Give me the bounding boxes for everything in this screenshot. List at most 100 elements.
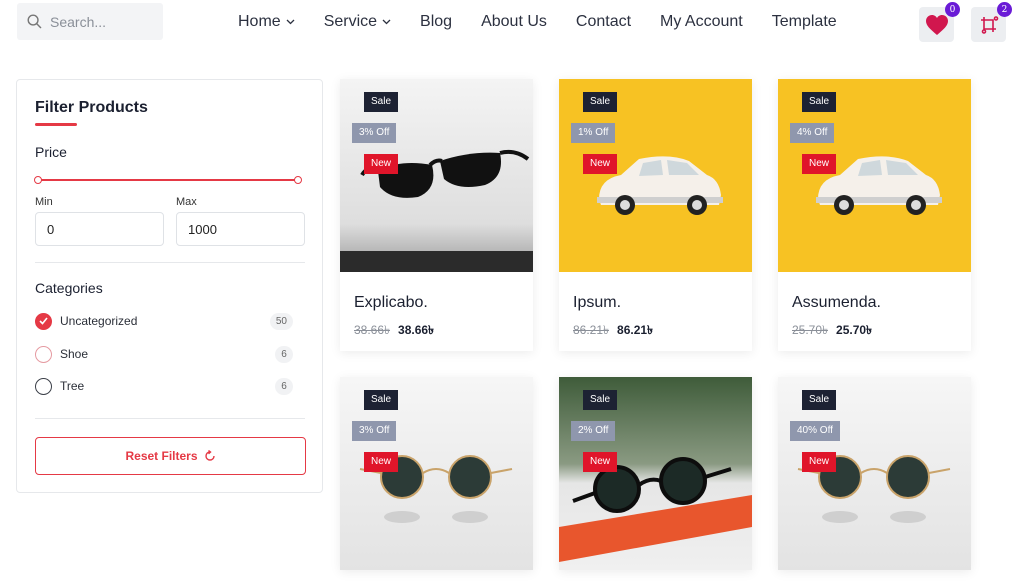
product-name[interactable]: Explicabo.: [354, 294, 519, 312]
divider: [35, 262, 305, 263]
product-info: Explicabo. 38.66৳ 38.66৳: [340, 272, 533, 351]
max-label: Max: [176, 196, 197, 208]
product-info: Assumenda. 25.70৳ 25.70৳: [778, 272, 971, 351]
menu-item-home[interactable]: Home: [238, 13, 295, 31]
category-name: Uncategorized: [60, 314, 138, 328]
main-menu: Home Service Blog About Us Contact My Account…: [238, 13, 837, 31]
product-card[interactable]: Sale 3% Off New Explicabo. 38.66৳ 38.66৳: [340, 79, 533, 351]
category-radio[interactable]: [35, 312, 52, 330]
search-box[interactable]: [17, 3, 163, 40]
search-input[interactable]: [50, 13, 150, 30]
category-count: 6: [275, 377, 293, 395]
sale-badge: Sale: [802, 92, 837, 112]
product-image[interactable]: Sale 2% Off New: [559, 377, 752, 570]
product-info: Ipsum. 86.21৳ 86.21৳: [559, 272, 752, 351]
sale-badge: Sale: [802, 390, 837, 410]
category-item-shoe[interactable]: Shoe 6: [35, 344, 293, 364]
category-item-tree[interactable]: Tree 6: [35, 376, 293, 396]
product-card[interactable]: Sale 2% Off New: [559, 377, 752, 570]
product-card[interactable]: Sale 40% Off New: [778, 377, 971, 570]
chevron-down-icon: [286, 19, 295, 25]
top-nav: Home Service Blog About Us Contact My Account…: [0, 0, 1024, 50]
product-name[interactable]: Ipsum.: [573, 294, 738, 312]
category-name: Tree: [60, 379, 85, 393]
new-badge: New: [364, 154, 399, 174]
menu-item-my-account[interactable]: My Account: [660, 13, 743, 31]
new-badge: New: [583, 154, 618, 174]
menu-item-blog[interactable]: Blog: [420, 13, 452, 31]
old-price: 25.70৳: [792, 323, 829, 337]
compare-icon: [980, 15, 998, 34]
category-name: Shoe: [60, 347, 89, 361]
product-name[interactable]: Assumenda.: [792, 294, 957, 312]
product-image[interactable]: Sale 40% Off New: [778, 377, 971, 570]
current-price: 86.21৳: [617, 323, 654, 337]
product-image[interactable]: Sale 1% Off New: [559, 79, 752, 272]
discount-badge: 1% Off: [571, 123, 616, 143]
checkmark-icon: [39, 317, 48, 325]
menu-item-label: About Us: [481, 13, 547, 30]
discount-badge: 4% Off: [790, 123, 835, 143]
product-card[interactable]: Sale 4% Off New Assumenda. 25.70৳ 25.70৳: [778, 79, 971, 351]
discount-badge: 40% Off: [790, 421, 840, 441]
compare-count-badge: 2: [997, 2, 1012, 17]
new-badge: New: [802, 452, 837, 472]
chevron-down-icon: [382, 19, 391, 25]
sale-badge: Sale: [364, 92, 399, 112]
category-count: 50: [269, 312, 293, 330]
search-icon: [27, 14, 42, 29]
sale-badge: Sale: [583, 390, 618, 410]
filter-panel: Filter Products Price Min Max Categories…: [16, 79, 323, 493]
category-item-uncategorized[interactable]: Uncategorized 50: [35, 311, 293, 331]
menu-item-service[interactable]: Service: [324, 13, 391, 31]
slider-max-handle[interactable]: [294, 176, 302, 184]
menu-item-label: Blog: [420, 13, 453, 30]
old-price: 86.21৳: [573, 323, 610, 337]
max-price-input[interactable]: [176, 212, 305, 246]
title-underline: [35, 123, 77, 126]
categories-label: Categories: [35, 280, 103, 296]
sale-badge: Sale: [583, 92, 618, 112]
product-image[interactable]: Sale 3% Off New: [340, 79, 533, 272]
current-price: 25.70৳: [836, 323, 873, 337]
product-image[interactable]: Sale 4% Off New: [778, 79, 971, 272]
wishlist-button[interactable]: 0: [919, 2, 960, 42]
filter-title: Filter Products: [35, 99, 148, 116]
product-card[interactable]: Sale 1% Off New Ipsum. 86.21৳ 86.21৳: [559, 79, 752, 351]
price-label: Price: [35, 144, 67, 160]
menu-item-label: Service: [323, 13, 378, 30]
product-card[interactable]: Sale 3% Off New: [340, 377, 533, 570]
compare-button[interactable]: 2: [971, 2, 1012, 42]
refresh-icon: [204, 450, 215, 461]
slider-min-handle[interactable]: [34, 176, 42, 184]
discount-badge: 3% Off: [352, 421, 397, 441]
new-badge: New: [802, 154, 837, 174]
price-slider[interactable]: [34, 176, 302, 184]
new-badge: New: [583, 452, 618, 472]
discount-badge: 3% Off: [352, 123, 397, 143]
min-price-input[interactable]: [35, 212, 164, 246]
menu-item-about-us[interactable]: About Us: [481, 13, 547, 31]
product-prices: 86.21৳ 86.21৳: [573, 322, 738, 342]
menu-item-template[interactable]: Template: [772, 13, 837, 31]
menu-item-label: Contact: [575, 13, 632, 30]
category-radio[interactable]: [35, 377, 52, 395]
menu-item-label: Home: [238, 13, 281, 30]
menu-item-label: My Account: [660, 13, 743, 30]
old-price: 38.66৳: [354, 323, 391, 337]
heart-icon: [925, 14, 948, 35]
divider: [35, 418, 305, 419]
min-label: Min: [35, 196, 53, 208]
product-prices: 25.70৳ 25.70৳: [792, 322, 957, 342]
discount-badge: 2% Off: [571, 421, 616, 441]
reset-filters-button[interactable]: Reset Filters: [35, 437, 306, 475]
sale-badge: Sale: [364, 390, 399, 410]
product-prices: 38.66৳ 38.66৳: [354, 322, 519, 342]
product-image[interactable]: Sale 3% Off New: [340, 377, 533, 570]
wishlist-count-badge: 0: [945, 2, 960, 17]
category-count: 6: [275, 345, 293, 363]
new-badge: New: [364, 452, 399, 472]
menu-item-contact[interactable]: Contact: [576, 13, 631, 31]
reset-label: Reset Filters: [125, 449, 198, 463]
category-radio[interactable]: [35, 345, 52, 363]
